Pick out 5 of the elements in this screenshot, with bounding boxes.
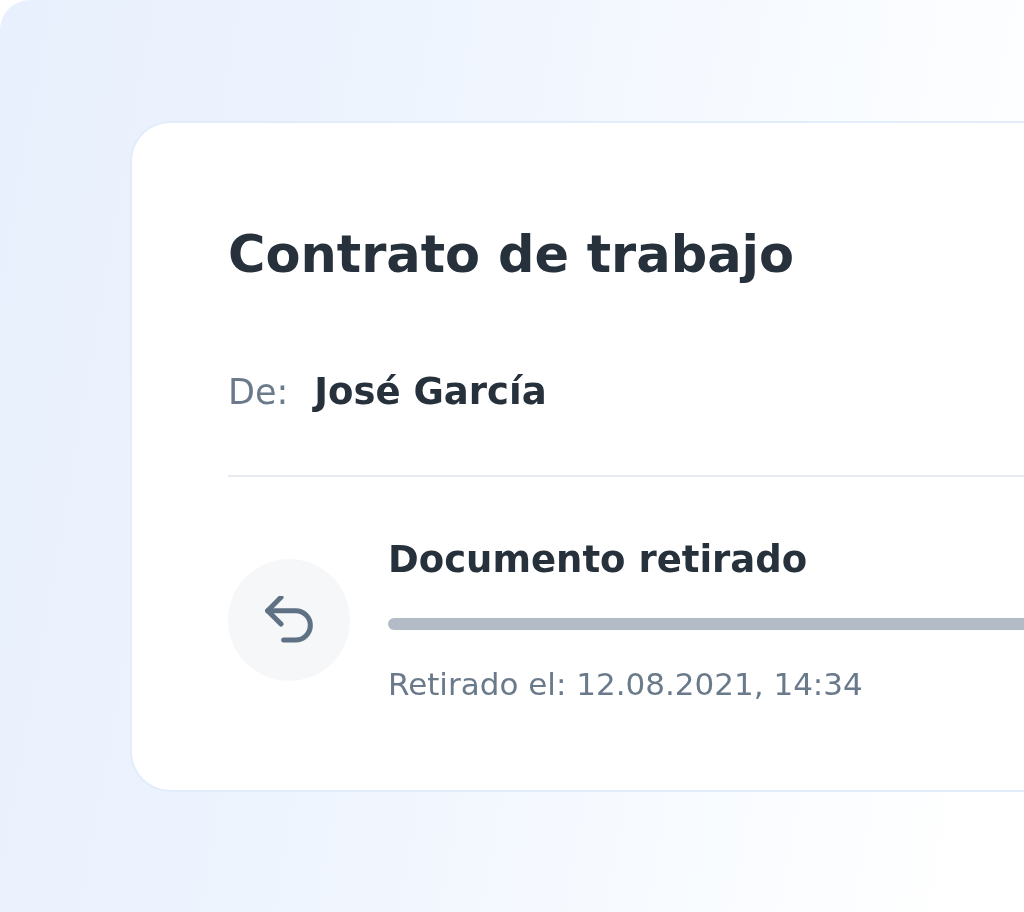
status-title: Documento retirado [388,538,809,582]
document-title: Contrato de trabajo [228,224,796,286]
sender-name: José García [314,372,547,412]
status-date: Retirado el: 12.08.2021, 14:34 [388,666,864,702]
sender-label: De: [228,372,289,412]
